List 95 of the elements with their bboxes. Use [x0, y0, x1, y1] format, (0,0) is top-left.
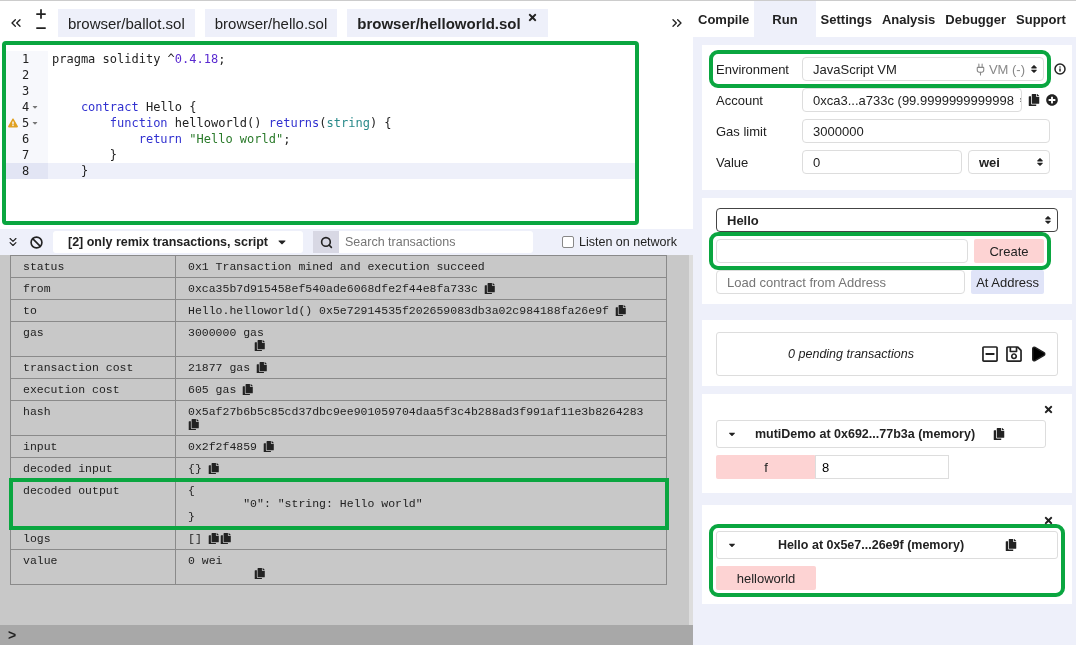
cell-text: logs [23, 532, 51, 545]
command-prompt[interactable]: > [0, 625, 693, 645]
code-text: } [108, 147, 119, 163]
gas-limit-input[interactable]: 3000000 [802, 119, 1050, 143]
code-text: function helloworld() returns(string) { [108, 115, 393, 131]
panel-tab[interactable]: Run [754, 1, 816, 37]
network-label: VM (-) [988, 61, 1025, 77]
line-number: 7 [22, 148, 30, 162]
instance-title: Hello at 0x5e7...26e9f (memory) [776, 538, 966, 552]
code-text: } [48, 163, 635, 179]
field-label: Gas limit [716, 123, 768, 139]
address-input[interactable]: Load contract from Address [716, 270, 966, 294]
file-tab[interactable]: browser/hello.sol [204, 9, 338, 37]
argument-input[interactable]: 8 [815, 455, 949, 479]
collapse-icon[interactable] [6, 235, 20, 249]
instance-title: mutiDemo at 0x692...77b3a (memory) [753, 427, 977, 441]
search-icon[interactable] [313, 231, 339, 253]
value-input[interactable]: 0 [802, 150, 962, 174]
cell-text: 0 wei [188, 554, 223, 567]
pending-text: 0 pending transactions [787, 347, 915, 361]
cell-text: 0x2f2f4859 [188, 440, 257, 453]
close-icon[interactable] [1043, 515, 1054, 526]
unit-select[interactable]: wei [968, 150, 1050, 174]
line-number: 6 [22, 132, 30, 146]
instance-header[interactable]: Hello at 0x5e7...26e9f (memory) [716, 531, 1058, 559]
environment-select[interactable]: JavaScript VM VM (-) [802, 57, 1044, 81]
cell-text: decoded input [23, 462, 113, 475]
close-icon[interactable] [1043, 404, 1054, 415]
constructor-input[interactable] [716, 239, 968, 263]
copy-icon[interactable] [242, 383, 254, 395]
field-label: Environment [716, 61, 790, 77]
cell-text: status [23, 260, 65, 273]
copy-icon[interactable] [993, 428, 1005, 440]
field-label: Value [716, 154, 750, 170]
code-text: pragma solidity ^0.4.18; [51, 51, 227, 67]
cell-text: input [23, 440, 58, 453]
cell-text: transaction cost [23, 361, 134, 374]
code-text: return "Hello world"; [137, 131, 292, 147]
copy-icon[interactable] [1028, 94, 1040, 106]
cell-text: 605 gas [188, 383, 237, 396]
cell-text: [] [188, 532, 202, 545]
close-icon[interactable] [526, 11, 538, 23]
at-address-button[interactable]: At Address [971, 270, 1044, 294]
copy-icon[interactable] [254, 567, 266, 579]
copy-icon[interactable] [254, 339, 266, 351]
copy-icon[interactable] [1005, 539, 1017, 551]
file-tab[interactable]: browser/ballot.sol [58, 9, 195, 37]
create-button[interactable]: Create [974, 239, 1044, 263]
cell-text: 3000000 gas [188, 326, 264, 339]
cell-text: hash [23, 405, 51, 418]
line-number: 8 [22, 164, 30, 178]
checkbox-label: Listen on network [579, 235, 677, 249]
copy-icon[interactable] [188, 418, 200, 430]
contract-select[interactable]: Hello [716, 208, 1058, 232]
copy-icon[interactable] [483, 282, 496, 294]
filter-dropdown[interactable]: [2] only remix transactions, script [53, 231, 303, 253]
cell-text: 0xca35b7d915458ef540ade6068dfe2f44e8fa733c [188, 282, 478, 295]
line-number: 1 [22, 52, 30, 66]
play-icon[interactable] [1029, 345, 1047, 363]
copy-icon[interactable] [207, 532, 220, 544]
field-label: Account [716, 92, 764, 108]
cell-text: decoded output [23, 484, 120, 497]
copy-icon[interactable] [263, 440, 275, 452]
save-icon[interactable] [1005, 345, 1023, 363]
cell-text: 21877 gas [188, 361, 251, 374]
cell-text: value [23, 554, 58, 567]
copy-icon[interactable] [614, 304, 627, 316]
cell-text: { "0": "string: Hello world" } [188, 484, 423, 523]
function-button[interactable]: helloworld [716, 566, 816, 590]
instance-header[interactable]: mutiDemo at 0x692...77b3a (memory) [716, 420, 1046, 448]
file-tab[interactable]: browser/helloworld.sol [347, 9, 548, 37]
info-icon[interactable] [1054, 63, 1066, 75]
cell-text: from [23, 282, 51, 295]
copy-icon[interactable] [256, 361, 268, 373]
line-number: 4 [22, 100, 30, 114]
cell-text: 0x1 Transaction mined and execution succeed [188, 260, 485, 273]
cell-text: Hello.helloworld() 0x5e72914535f202659083db3a02c984188fa26e9f [188, 304, 609, 317]
clear-icon[interactable] [981, 345, 999, 363]
line-number: 2 [22, 68, 30, 82]
cell-text: to [23, 304, 37, 317]
cell-text: execution cost [23, 383, 120, 396]
checkbox[interactable] [562, 236, 574, 248]
line-number: 5 [22, 116, 30, 130]
function-button[interactable]: f [716, 455, 816, 479]
code-text: contract Hello { [79, 99, 198, 115]
cell-text: gas [23, 326, 44, 339]
code-editor[interactable]: 1 pragma solidity ^0.4.18; 2 3 4 contract Hello { 5 function helloworld() returns(string) { 6 return "Hello world"; 7 } 8 } [2, 41, 639, 225]
add-icon[interactable] [1046, 94, 1058, 106]
line-number: 3 [22, 84, 30, 98]
cell-text: 0x5af27b6b5c85cd37dbc9ee901059704daa5f3c4b288ad3f991af11e3b8264283 [188, 405, 644, 418]
account-select[interactable]: 0xca3...a733c (99.9999999999998 [802, 88, 1022, 112]
copy-icon[interactable] [220, 532, 232, 544]
cell-text: {} [188, 462, 202, 475]
copy-icon[interactable] [207, 462, 220, 474]
clear-icon[interactable] [30, 235, 43, 249]
